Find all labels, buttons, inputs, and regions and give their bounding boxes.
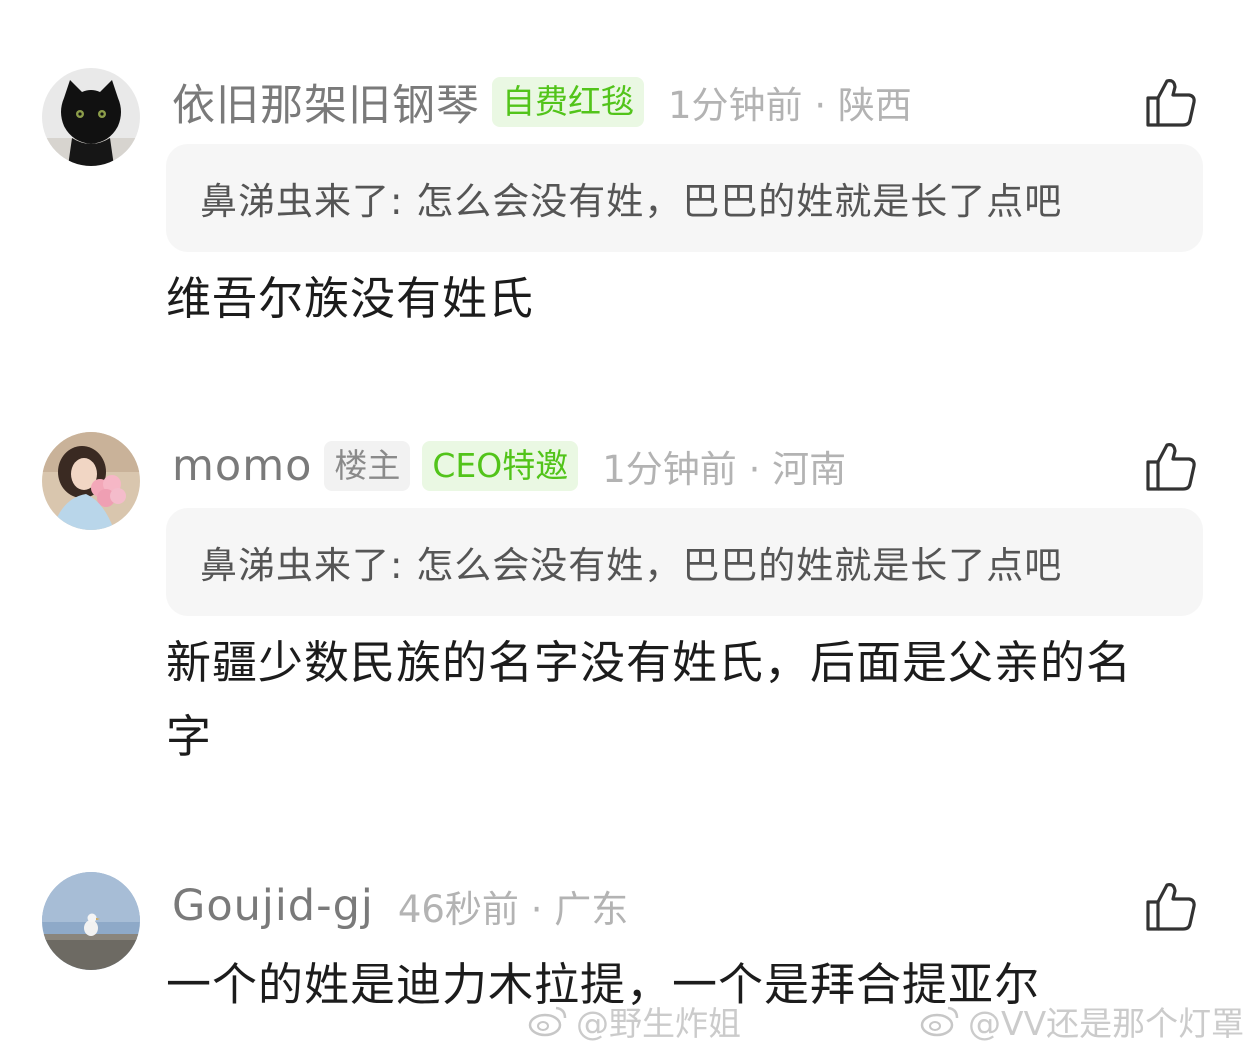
comment-location: 广东 [554, 888, 629, 931]
thumbs-up-icon [1146, 883, 1196, 931]
avatar[interactable] [42, 68, 140, 166]
comment-meta: 46秒前 · 广东 [398, 879, 628, 933]
comment-location: 陕西 [837, 84, 912, 127]
avatar[interactable] [42, 432, 140, 530]
like-button[interactable] [1144, 878, 1200, 934]
watermark: @野生炸姐 [528, 996, 741, 1046]
thumbs-up-icon [1146, 443, 1196, 491]
meta-separator: · [814, 84, 827, 127]
meta-separator: · [748, 448, 761, 491]
comment-text: 新疆少数民族的名字没有姓氏，后面是父亲的名字 [166, 636, 1133, 763]
username[interactable]: 依旧那架旧钢琴 [172, 71, 480, 133]
quoted-reply[interactable]: 鼻涕虫来了: 怎么会没有姓，巴巴的姓就是长了点吧 [166, 144, 1203, 252]
watermark: @VV还是那个灯罩 [920, 996, 1244, 1046]
quoted-text: 鼻涕虫来了: 怎么会没有姓，巴巴的姓就是长了点吧 [200, 180, 1063, 223]
comment-meta: 1分钟前 · 陕西 [668, 75, 912, 129]
watermark-text: @VV还是那个灯罩 [968, 1004, 1245, 1043]
comment-header: 依旧那架旧钢琴 自费红毯 1分钟前 · 陕西 [172, 70, 912, 134]
user-badge[interactable]: CEO特邀 [422, 441, 579, 491]
seagull-avatar [42, 872, 140, 970]
weibo-logo-icon [528, 1006, 567, 1037]
like-button[interactable] [1144, 74, 1200, 130]
comment-meta: 1分钟前 · 河南 [602, 439, 846, 493]
comment-time: 1分钟前 [602, 448, 737, 491]
weibo-logo-icon [920, 1006, 959, 1037]
user-badge[interactable]: 自费红毯 [492, 77, 644, 127]
avatar[interactable] [42, 872, 140, 970]
username[interactable]: momo [172, 441, 312, 491]
comment-header: momo 楼主 CEO特邀 1分钟前 · 河南 [172, 434, 846, 498]
thumbs-up-icon [1146, 79, 1196, 127]
comment-list: 依旧那架旧钢琴 自费红毯 1分钟前 · 陕西 鼻涕虫来了: 怎么会没有姓，巴巴的… [0, 0, 1252, 1053]
comment-location: 河南 [772, 448, 847, 491]
quoted-reply[interactable]: 鼻涕虫来了: 怎么会没有姓，巴巴的姓就是长了点吧 [166, 508, 1203, 616]
black-cat-avatar [42, 68, 140, 166]
watermark-text: @野生炸姐 [576, 1004, 741, 1043]
owner-badge: 楼主 [324, 441, 411, 491]
username[interactable]: Goujid-gj [172, 881, 374, 931]
comment-time: 1分钟前 [668, 84, 803, 127]
meta-separator: · [530, 888, 543, 931]
quoted-text: 鼻涕虫来了: 怎么会没有姓，巴巴的姓就是长了点吧 [200, 544, 1063, 587]
comment-time: 46秒前 [397, 888, 519, 931]
like-button[interactable] [1144, 438, 1200, 494]
comment-text: 维吾尔族没有姓氏 [166, 272, 535, 325]
comment-header: Goujid-gj 46秒前 · 广东 [172, 874, 628, 938]
girl-with-flowers-avatar [42, 432, 140, 530]
